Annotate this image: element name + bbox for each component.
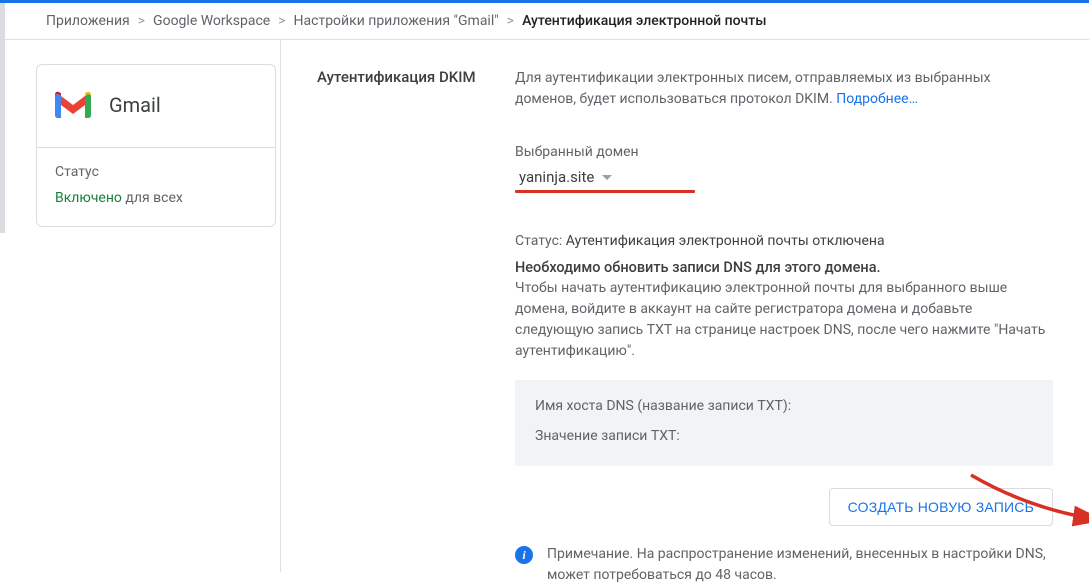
chevron-right-icon: > (505, 13, 516, 29)
sidebar: Gmail Статус Включено для всех (0, 40, 280, 572)
dns-update-paragraph: Чтобы начать аутентификацию электронной … (515, 278, 1053, 362)
section-title: Аутентификация DKIM (317, 68, 487, 586)
auth-status-line: Статус: Аутентификация электронной почты… (515, 233, 1053, 249)
section-description: Для аутентификации электронных писем, от… (515, 68, 1053, 110)
gmail-icon (55, 91, 91, 119)
app-card: Gmail Статус Включено для всех (36, 64, 276, 227)
learn-more-link[interactable]: Подробнее… (836, 91, 918, 107)
main-panel: Аутентификация DKIM Для аутентификации э… (280, 40, 1089, 572)
chevron-right-icon: > (276, 13, 287, 29)
breadcrumb-workspace[interactable]: Google Workspace (153, 13, 270, 29)
status-suffix-text: для всех (125, 190, 182, 206)
domain-field-label: Выбранный домен (515, 144, 1053, 160)
chevron-down-icon (602, 175, 612, 180)
breadcrumb-current: Аутентификация электронной почты (522, 13, 766, 29)
domain-selected-value: yaninja.site (519, 168, 594, 186)
chevron-right-icon: > (136, 13, 147, 29)
breadcrumb-apps[interactable]: Приложения (46, 13, 130, 29)
left-scroll-indicator (0, 3, 5, 233)
note-block: i Примечание. На распространение изменен… (515, 544, 1053, 586)
dns-host-label: Имя хоста DNS (название записи TXT): (535, 398, 1033, 414)
dns-value-label: Значение записи TXT: (535, 428, 1033, 444)
dns-record-box: Имя хоста DNS (название записи TXT): Зна… (515, 380, 1053, 466)
create-new-record-button[interactable]: СОЗДАТЬ НОВУЮ ЗАПИСЬ (829, 488, 1053, 526)
app-title: Gmail (109, 93, 161, 117)
domain-select[interactable]: yaninja.site (515, 166, 616, 192)
dns-update-headline: Необходимо обновить записи DNS для этого… (515, 259, 1053, 276)
status-value: Включено (55, 190, 122, 206)
status-label: Статус (55, 164, 257, 180)
info-icon: i (515, 546, 533, 564)
note-text: Примечание. На распространение изменений… (547, 544, 1053, 586)
breadcrumb-gmail-settings[interactable]: Настройки приложения "Gmail" (294, 13, 499, 29)
breadcrumb: Приложения > Google Workspace > Настройк… (0, 3, 1089, 40)
